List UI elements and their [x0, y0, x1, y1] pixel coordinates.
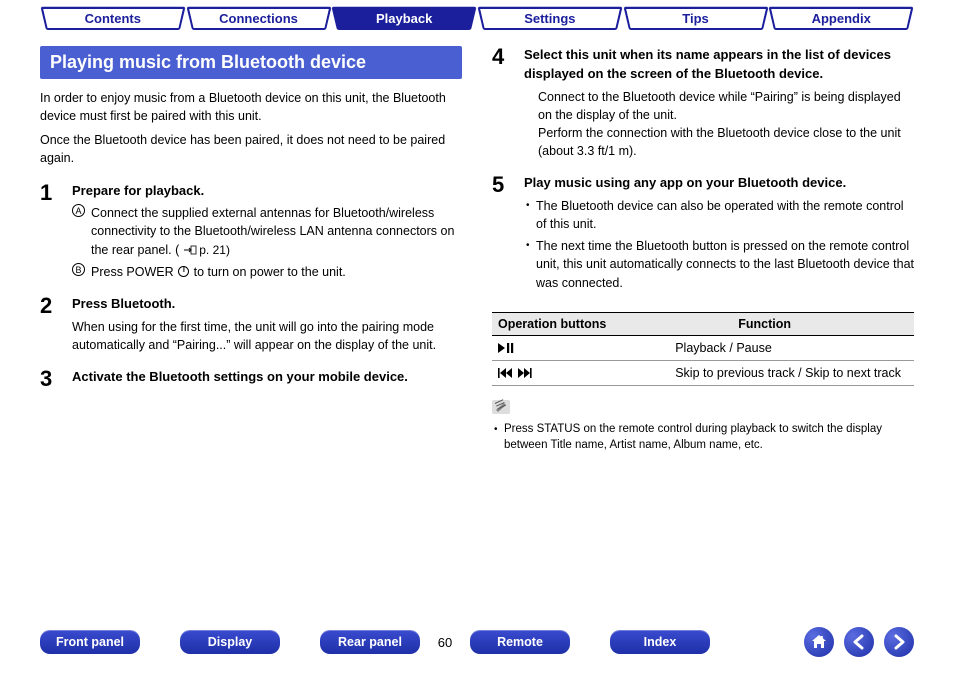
step-number: 3 — [40, 368, 62, 391]
home-button[interactable] — [804, 627, 834, 657]
step-title: Play music using any app on your Bluetoo… — [524, 174, 914, 193]
page-number: 60 — [420, 635, 470, 650]
step-3: 3 Activate the Bluetooth settings on you… — [40, 368, 462, 391]
table-row: Skip to previous track / Skip to next tr… — [492, 360, 914, 385]
step-body: When using for the first time, the unit … — [72, 320, 436, 352]
substep-a: A Connect the supplied external antennas… — [72, 204, 462, 259]
tab-playback[interactable]: Playback — [337, 8, 471, 30]
step-number: 1 — [40, 182, 62, 281]
page-title: Playing music from Bluetooth device — [40, 46, 462, 79]
nav-rear-panel[interactable]: Rear panel — [320, 630, 420, 654]
intro-text: In order to enjoy music from a Bluetooth… — [40, 89, 462, 125]
substep-text: Press POWER — [91, 265, 177, 279]
tab-label: Appendix — [812, 11, 871, 26]
bottom-nav: Front panel Display Rear panel 60 Remote… — [40, 627, 914, 657]
tab-label: Settings — [524, 11, 575, 26]
tab-connections[interactable]: Connections — [192, 8, 326, 30]
step-number: 5 — [492, 174, 514, 295]
nav-front-panel[interactable]: Front panel — [40, 630, 140, 654]
substep-text: Connect the supplied external antennas f… — [91, 206, 454, 256]
nav-remote[interactable]: Remote — [470, 630, 570, 654]
substep-b: B Press POWER to turn on power to the un… — [72, 263, 462, 281]
step-number: 4 — [492, 46, 514, 160]
pencil-note-icon — [492, 400, 510, 414]
play-pause-icon — [498, 341, 516, 355]
bullet: The Bluetooth device can also be operate… — [524, 197, 914, 233]
step-2: 2 Press Bluetooth. When using for the fi… — [40, 295, 462, 354]
step-title: Select this unit when its name appears i… — [524, 46, 914, 84]
right-column: 4 Select this unit when its name appears… — [492, 46, 914, 458]
note-text: Press STATUS on the remote control durin… — [492, 421, 914, 454]
table-cell: Playback / Pause — [615, 335, 914, 360]
skip-prev-next-icon — [498, 366, 532, 380]
substep-text: to turn on power to the unit. — [190, 265, 346, 279]
tab-label: Tips — [682, 11, 709, 26]
page-ref[interactable]: p. 21) — [199, 243, 230, 257]
step-title: Press Bluetooth. — [72, 295, 462, 314]
note-block: Press STATUS on the remote control durin… — [492, 386, 914, 454]
nav-display[interactable]: Display — [180, 630, 280, 654]
table-header: Function — [615, 312, 914, 335]
tab-appendix[interactable]: Appendix — [774, 8, 908, 30]
step-body: Perform the connection with the Bluetoot… — [538, 124, 914, 160]
tab-label: Connections — [219, 11, 298, 26]
bullet: The next time the Bluetooth button is pr… — [524, 237, 914, 291]
table-row: Playback / Pause — [492, 335, 914, 360]
substep-marker: B — [72, 263, 85, 276]
step-1: 1 Prepare for playback. A Connect the su… — [40, 182, 462, 281]
step-title: Activate the Bluetooth settings on your … — [72, 368, 462, 387]
table-cell: Skip to previous track / Skip to next tr… — [615, 360, 914, 385]
power-icon — [178, 266, 189, 277]
step-4: 4 Select this unit when its name appears… — [492, 46, 914, 160]
step-number: 2 — [40, 295, 62, 354]
tab-tips[interactable]: Tips — [629, 8, 763, 30]
operation-table: Operation buttons Function Playback / Pa… — [492, 312, 914, 386]
tab-settings[interactable]: Settings — [483, 8, 617, 30]
top-nav: Contents Connections Playback Settings T… — [40, 8, 914, 30]
page-ref-icon — [183, 242, 197, 260]
intro-text: Once the Bluetooth device has been paire… — [40, 131, 462, 167]
step-5: 5 Play music using any app on your Bluet… — [492, 174, 914, 295]
prev-page-button[interactable] — [844, 627, 874, 657]
nav-index[interactable]: Index — [610, 630, 710, 654]
step-title: Prepare for playback. — [72, 182, 462, 201]
step-body: Connect to the Bluetooth device while “P… — [538, 88, 914, 124]
tab-contents[interactable]: Contents — [46, 8, 180, 30]
next-page-button[interactable] — [884, 627, 914, 657]
left-column: Playing music from Bluetooth device In o… — [40, 46, 462, 458]
table-header: Operation buttons — [492, 312, 615, 335]
substep-marker: A — [72, 204, 85, 217]
tab-label: Playback — [376, 11, 432, 26]
tab-label: Contents — [85, 11, 141, 26]
